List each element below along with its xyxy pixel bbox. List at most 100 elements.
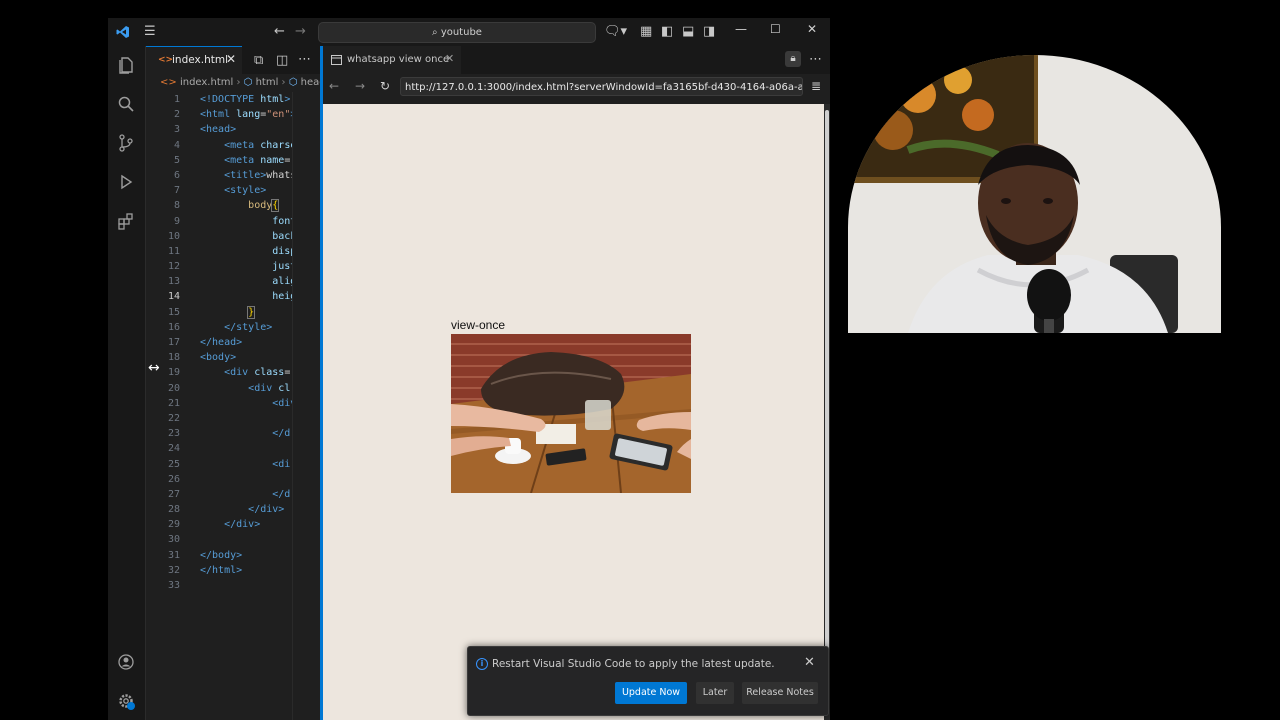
line-number: 22	[167, 412, 180, 424]
later-button[interactable]: Later	[696, 682, 734, 704]
element-icon: ⬡	[243, 77, 253, 88]
line-number: 26	[167, 473, 180, 485]
tab-close-icon[interactable]: ✕	[226, 52, 236, 66]
resize-cursor-icon: ↔	[148, 360, 160, 376]
customize-layout-icon[interactable]: ▦	[640, 23, 652, 41]
code-text: <meta charset	[224, 139, 292, 151]
line-number: 2	[173, 109, 180, 121]
line-number: 4	[173, 139, 180, 151]
toggle-secondary-sidebar-icon[interactable]: ◨	[703, 23, 715, 41]
html-file-icon: <>	[160, 77, 177, 88]
html-file-icon: <>	[158, 55, 174, 65]
line-number: 13	[167, 276, 180, 288]
extensions-icon[interactable]	[116, 211, 136, 231]
more-actions-icon[interactable]: ⋯	[809, 51, 822, 69]
more-actions-icon[interactable]: ⋯	[298, 51, 311, 69]
code-text: <style>	[224, 185, 267, 197]
code-text: body{	[248, 199, 280, 213]
line-number: 3	[173, 124, 180, 136]
open-preview-icon[interactable]: ⧉	[254, 52, 263, 70]
code-text: }	[247, 305, 256, 319]
code-text: display	[272, 245, 292, 257]
element-icon: ⬡	[288, 77, 298, 88]
code-text: <title>whatsapp	[224, 169, 292, 181]
breadcrumb-html[interactable]: html	[256, 77, 279, 88]
code-text: </head>	[200, 337, 243, 348]
code-editor[interactable]: <> index.html ✕ ⧉ ◫ ⋯ <> index.html › ⬡ …	[146, 46, 323, 720]
maximize-icon[interactable]: ☐	[770, 22, 781, 36]
line-number: 5	[173, 154, 180, 166]
breadcrumb: <> index.html › ⬡ html › ⬡ head	[146, 74, 322, 92]
code-text: </div>	[224, 519, 261, 531]
browser-viewport: view-once	[323, 104, 824, 720]
line-number: 11	[167, 245, 180, 257]
line-number: 31	[167, 549, 180, 561]
line-number: 14	[167, 291, 180, 303]
url-input[interactable]: http://127.0.0.1:3000/index.html?serverW…	[400, 77, 803, 96]
title-bar: ☰ ← → ⌕ youtube 🗨︎▾ ▦ ◧ ⬓ ◨ — ☐ ✕	[108, 18, 830, 47]
line-number: 25	[167, 458, 180, 470]
breadcrumb-head[interactable]: head	[301, 77, 322, 88]
breadcrumb-file[interactable]: index.html	[180, 77, 233, 88]
tab-whatsapp-view-once[interactable]: whatsapp view once ✕	[323, 46, 461, 74]
vscode-logo-icon	[116, 26, 129, 38]
close-window-icon[interactable]: ✕	[807, 22, 817, 36]
line-number: 33	[167, 580, 180, 591]
open-in-browser-icon[interactable]: ≣	[811, 79, 821, 93]
code-text: <html lang="en">	[200, 109, 292, 121]
toggle-primary-sidebar-icon[interactable]: ◧	[661, 23, 673, 41]
toggle-panel-icon[interactable]: ⬓	[682, 23, 694, 41]
forward-arrow-icon[interactable]: →	[295, 23, 306, 41]
code-text: align	[272, 276, 292, 288]
reload-icon[interactable]: ↻	[380, 79, 390, 93]
line-number: 32	[167, 564, 180, 576]
back-arrow-icon[interactable]: ←	[274, 23, 285, 41]
line-number: 6	[173, 169, 180, 181]
lock-icon[interactable]: 🔒︎	[785, 51, 801, 67]
browser-preview-icon	[331, 55, 342, 65]
code-text: </div>	[248, 504, 285, 516]
explorer-icon[interactable]	[116, 55, 136, 75]
line-number: 24	[167, 443, 180, 455]
menu-hamburger-icon[interactable]: ☰	[144, 23, 156, 41]
line-number: 10	[167, 230, 180, 242]
code-text: justify	[272, 261, 292, 273]
minimize-icon[interactable]: —	[735, 22, 747, 36]
tab-index-html[interactable]: <> index.html ✕	[146, 46, 242, 75]
code-text: <!DOCTYPE html>	[200, 94, 291, 105]
update-now-button[interactable]: Update Now	[615, 682, 687, 704]
browser-address-bar: ← → ↻ http://127.0.0.1:3000/index.html?s…	[323, 74, 830, 100]
minimap[interactable]	[292, 92, 323, 720]
scrollbar-thumb[interactable]	[825, 110, 829, 710]
code-text: <div cl	[248, 382, 291, 394]
viewport-scrollbar[interactable]	[824, 104, 830, 720]
line-number: 7	[173, 185, 180, 197]
code-text: </d	[272, 488, 291, 500]
split-editor-icon[interactable]: ◫	[276, 52, 288, 70]
code-text: <body>	[200, 352, 237, 364]
manage-gear-icon[interactable]	[116, 691, 136, 711]
command-center-search[interactable]: ⌕ youtube	[318, 22, 596, 43]
tab-close-icon[interactable]: ✕	[445, 52, 454, 65]
close-notification-icon[interactable]: ✕	[804, 655, 815, 670]
code-text: </body>	[200, 549, 243, 561]
line-number: 20	[167, 382, 180, 394]
browser-back-icon[interactable]: ←	[329, 79, 339, 93]
accounts-icon[interactable]	[116, 652, 136, 672]
line-number: 23	[167, 428, 180, 440]
line-number: 15	[167, 306, 180, 318]
browser-forward-icon[interactable]: →	[355, 79, 365, 93]
view-once-image	[451, 334, 691, 493]
run-debug-icon[interactable]	[116, 172, 136, 192]
line-number: 8	[173, 200, 180, 212]
copilot-chat-icon[interactable]: 🗨︎▾	[604, 23, 627, 41]
code-text: background	[272, 230, 292, 242]
source-control-icon[interactable]	[116, 133, 136, 153]
search-sidebar-icon[interactable]	[116, 94, 136, 114]
search-icon: ⌕	[432, 27, 441, 38]
browser-tab-bar: whatsapp view once ✕ 🔒︎ ⋯	[323, 46, 830, 74]
line-number: 16	[167, 321, 180, 333]
webcam-overlay	[848, 55, 1221, 333]
line-number: 29	[167, 519, 180, 531]
release-notes-button[interactable]: Release Notes	[742, 682, 818, 704]
